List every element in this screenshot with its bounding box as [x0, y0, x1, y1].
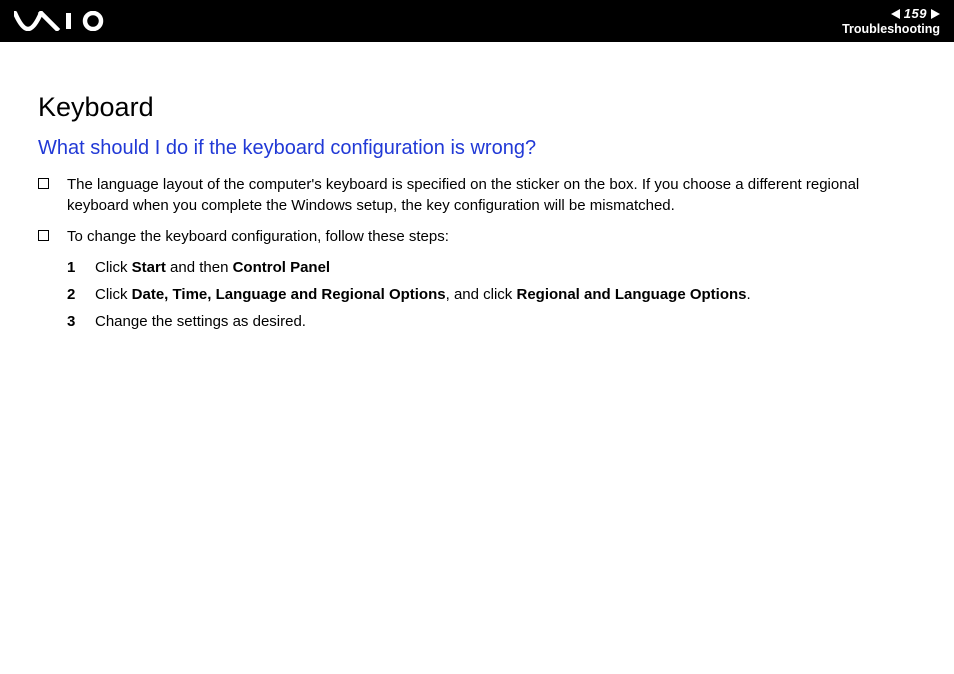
- prev-page-arrow-icon[interactable]: [891, 9, 900, 19]
- next-page-arrow-icon[interactable]: [931, 9, 940, 19]
- bullet-item: To change the keyboard configuration, fo…: [38, 226, 916, 247]
- header-right: 159 Troubleshooting: [842, 6, 940, 36]
- step-item: 1 Click Start and then Control Panel: [67, 257, 916, 278]
- section-label: Troubleshooting: [842, 22, 940, 36]
- page-content: Keyboard What should I do if the keyboar…: [0, 42, 954, 332]
- step-text: Click Date, Time, Language and Regional …: [95, 284, 916, 305]
- page-number: 159: [904, 6, 927, 21]
- page-navigator: 159: [891, 6, 940, 21]
- bullet-item: The language layout of the computer's ke…: [38, 174, 916, 216]
- step-item: 2 Click Date, Time, Language and Regiona…: [67, 284, 916, 305]
- bullet-text: To change the keyboard configuration, fo…: [67, 226, 916, 247]
- step-item: 3 Change the settings as desired.: [67, 311, 916, 332]
- step-number: 3: [67, 311, 95, 332]
- step-text: Click Start and then Control Panel: [95, 257, 916, 278]
- step-number: 1: [67, 257, 95, 278]
- step-text: Change the settings as desired.: [95, 311, 916, 332]
- bullet-icon: [38, 230, 49, 241]
- steps-list: 1 Click Start and then Control Panel 2 C…: [38, 257, 916, 332]
- header-bar: 159 Troubleshooting: [0, 0, 954, 42]
- step-number: 2: [67, 284, 95, 305]
- bullet-icon: [38, 178, 49, 189]
- page-title: Keyboard: [38, 92, 916, 123]
- vaio-logo: [14, 11, 110, 31]
- bullet-text: The language layout of the computer's ke…: [67, 174, 916, 216]
- page-subtitle: What should I do if the keyboard configu…: [38, 137, 916, 160]
